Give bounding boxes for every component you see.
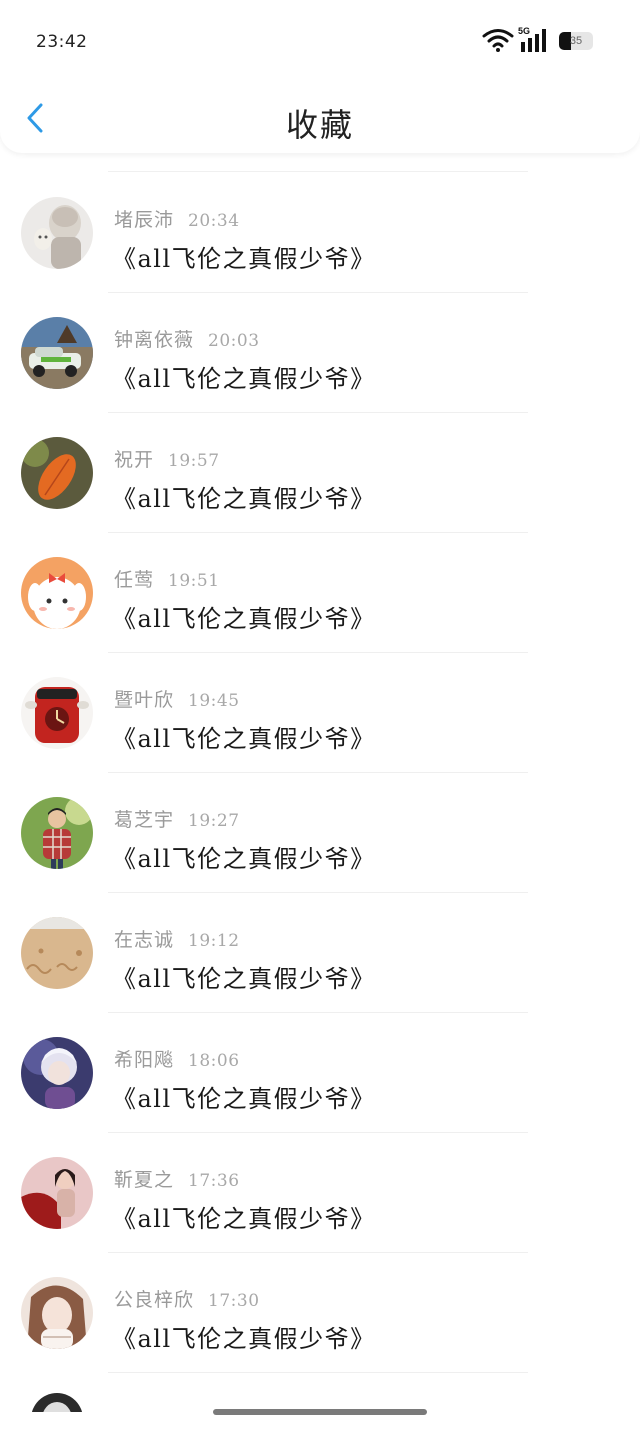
avatar[interactable] bbox=[21, 317, 93, 389]
timestamp: 20:34 bbox=[188, 211, 240, 231]
message-text: 《all飞伦之真假少爷》 bbox=[112, 1325, 376, 1353]
avatar[interactable] bbox=[21, 437, 93, 509]
item-meta: 希阳飚 18:06 bbox=[114, 1045, 240, 1071]
wifi-icon bbox=[482, 29, 514, 52]
divider bbox=[108, 171, 528, 172]
timestamp: 20:03 bbox=[208, 331, 260, 351]
favorite-item[interactable]: 在志诚 19:12 《all飞伦之真假少爷》 bbox=[0, 893, 640, 1013]
timestamp: 19:27 bbox=[188, 811, 240, 831]
favorite-item[interactable]: 公良梓欣 17:30 《all飞伦之真假少爷》 bbox=[0, 1253, 640, 1373]
favorite-item[interactable]: 任莺 19:51 《all飞伦之真假少爷》 bbox=[0, 533, 640, 653]
avatar-image bbox=[21, 437, 93, 509]
avatar[interactable] bbox=[21, 557, 93, 629]
sender-name: 堵辰沛 bbox=[114, 209, 175, 231]
sender-name: 靳夏之 bbox=[114, 1169, 175, 1191]
item-meta: 靳夏之 17:36 bbox=[114, 1165, 240, 1191]
avatar-image bbox=[21, 1277, 93, 1349]
item-meta: 公良梓欣 17:30 bbox=[114, 1285, 260, 1311]
avatar[interactable] bbox=[21, 1037, 93, 1109]
message-text: 《all飞伦之真假少爷》 bbox=[112, 725, 376, 753]
battery-percent: 35 bbox=[569, 35, 583, 47]
avatar-image bbox=[21, 197, 93, 269]
timestamp: 17:36 bbox=[188, 1171, 240, 1191]
sender-name: 任莺 bbox=[114, 569, 155, 591]
timestamp: 19:45 bbox=[188, 691, 240, 711]
message-text: 《all飞伦之真假少爷》 bbox=[112, 845, 376, 873]
message-text: 《all飞伦之真假少爷》 bbox=[112, 1205, 376, 1233]
signal-strength-icon bbox=[521, 29, 546, 52]
message-text: 《all飞伦之真假少爷》 bbox=[112, 605, 376, 633]
avatar[interactable] bbox=[21, 1277, 93, 1349]
favorite-item[interactable]: 钟离依薇 20:03 《all飞伦之真假少爷》 bbox=[0, 293, 640, 413]
avatar-image bbox=[21, 917, 93, 989]
sender-name: 祝开 bbox=[114, 449, 155, 471]
favorite-item[interactable]: 暨叶欣 19:45 《all飞伦之真假少爷》 bbox=[0, 653, 640, 773]
message-text: 《all飞伦之真假少爷》 bbox=[112, 485, 376, 513]
avatar[interactable] bbox=[21, 797, 93, 869]
avatar[interactable] bbox=[21, 917, 93, 989]
sender-name: 葛芝宇 bbox=[114, 809, 175, 831]
avatar[interactable] bbox=[30, 1392, 84, 1412]
item-meta: 葛芝宇 19:27 bbox=[114, 805, 240, 831]
item-meta: 暨叶欣 19:45 bbox=[114, 685, 240, 711]
favorite-item[interactable]: 葛芝宇 19:27 《all飞伦之真假少爷》 bbox=[0, 773, 640, 893]
favorite-item[interactable]: 希阳飚 18:06 《all飞伦之真假少爷》 bbox=[0, 1013, 640, 1133]
avatar[interactable] bbox=[21, 677, 93, 749]
timestamp: 18:06 bbox=[188, 1051, 240, 1071]
item-meta: 堵辰沛 20:34 bbox=[114, 205, 240, 231]
avatar-image bbox=[21, 1157, 93, 1229]
timestamp: 19:51 bbox=[168, 571, 220, 591]
avatar-image bbox=[31, 1393, 83, 1412]
message-text: 《all飞伦之真假少爷》 bbox=[112, 365, 376, 393]
message-text: 《all飞伦之真假少爷》 bbox=[112, 1085, 376, 1113]
favorite-item[interactable]: 靳夏之 17:36 《all飞伦之真假少爷》 bbox=[0, 1133, 640, 1253]
item-meta: 在志诚 19:12 bbox=[114, 925, 240, 951]
avatar-image bbox=[21, 797, 93, 869]
avatar-image bbox=[21, 317, 93, 389]
avatar-image bbox=[21, 557, 93, 629]
message-text: 《all飞伦之真假少爷》 bbox=[112, 965, 376, 993]
sender-name: 公良梓欣 bbox=[114, 1289, 195, 1311]
favorite-item[interactable]: 堵辰沛 20:34 《all飞伦之真假少爷》 bbox=[0, 173, 640, 293]
message-text: 《all飞伦之真假少爷》 bbox=[112, 245, 376, 273]
sender-name: 希阳飚 bbox=[114, 1049, 175, 1071]
avatar-image bbox=[21, 1037, 93, 1109]
divider bbox=[108, 1372, 528, 1373]
timestamp: 19:12 bbox=[188, 931, 240, 951]
favorite-item[interactable]: 祝开 19:57 《all飞伦之真假少爷》 bbox=[0, 413, 640, 533]
timestamp: 19:57 bbox=[168, 451, 220, 471]
sender-name: 钟离依薇 bbox=[114, 329, 195, 351]
app-header: 23:42 5G 35 收藏 bbox=[0, 0, 640, 153]
item-meta: 钟离依薇 20:03 bbox=[114, 325, 260, 351]
home-indicator[interactable] bbox=[213, 1409, 427, 1415]
sender-name: 暨叶欣 bbox=[114, 689, 175, 711]
avatar-image bbox=[21, 677, 93, 749]
page-title: 收藏 bbox=[285, 106, 354, 144]
item-meta: 祝开 19:57 bbox=[114, 445, 220, 471]
status-time: 23:42 bbox=[36, 32, 88, 52]
item-meta: 任莺 19:51 bbox=[114, 565, 220, 591]
avatar[interactable] bbox=[21, 197, 93, 269]
battery-indicator: 35 bbox=[559, 32, 593, 50]
timestamp: 17:30 bbox=[208, 1291, 260, 1311]
sender-name: 在志诚 bbox=[114, 929, 175, 951]
avatar[interactable] bbox=[21, 1157, 93, 1229]
